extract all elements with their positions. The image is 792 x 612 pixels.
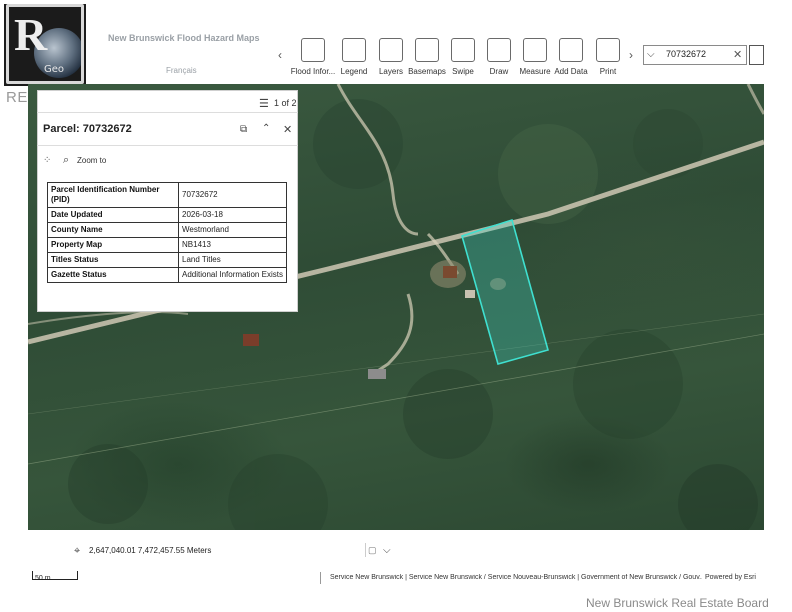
- crosshair-icon[interactable]: ⌖: [74, 545, 80, 558]
- popup-divider: [37, 112, 298, 113]
- table-row: Property Map NB1413: [47, 237, 287, 253]
- search-clear-close-icon[interactable]: ✕: [733, 48, 742, 61]
- draw-button[interactable]: [487, 38, 511, 62]
- search-input[interactable]: 70732672: [666, 49, 706, 59]
- attribute-key: County Name: [47, 222, 179, 238]
- table-row: County Name Westmorland: [47, 222, 287, 238]
- basemaps-button[interactable]: [415, 38, 439, 62]
- building: [368, 369, 386, 379]
- coordinate-readout: 2,647,040.01 7,472,457.55 Meters: [89, 546, 212, 555]
- chevron-down-icon[interactable]: ⌵: [383, 545, 391, 556]
- zoom-icon[interactable]: ⌕: [63, 154, 69, 167]
- driveway: [372, 293, 414, 376]
- print-button[interactable]: [596, 38, 620, 62]
- table-row: Date Updated 2026-03-18: [47, 207, 287, 223]
- attribute-value: Additional Information Exists: [178, 267, 287, 283]
- building: [443, 266, 457, 278]
- dock-icon[interactable]: ⧉: [240, 124, 247, 135]
- attribute-key: Parcel Identification Number (PID): [47, 182, 179, 208]
- trail: [746, 84, 764, 115]
- building: [465, 290, 475, 298]
- attribute-value: NB1413: [178, 237, 287, 253]
- toolbar-prev-chevron-icon[interactable]: ‹: [278, 48, 282, 62]
- flood-info-button[interactable]: [301, 38, 325, 62]
- popup-pagination: 1 of 2: [274, 98, 297, 108]
- attribute-key: Date Updated: [47, 207, 179, 223]
- chevron-up-icon[interactable]: ⌃: [262, 123, 270, 134]
- search-button[interactable]: [749, 45, 764, 65]
- attribute-value: Westmorland: [178, 222, 287, 238]
- footer-divider: [320, 572, 321, 584]
- map-attribution: Service New Brunswick | Service New Brun…: [330, 574, 702, 581]
- swipe-button[interactable]: [451, 38, 475, 62]
- scale-bar-label: 50 m: [35, 575, 51, 582]
- building: [243, 334, 259, 346]
- app-title: New Brunswick Flood Hazard Maps: [108, 33, 260, 43]
- footer-divider: [365, 543, 366, 557]
- popup-divider: [37, 145, 298, 146]
- attribute-key: Titles Status: [47, 252, 179, 268]
- attribute-value: 70732672: [178, 182, 287, 208]
- print-label: Print: [599, 67, 617, 76]
- language-link[interactable]: Français: [166, 66, 197, 75]
- measure-button[interactable]: [523, 38, 547, 62]
- listing-watermark: New Brunswick Real Estate Board: [586, 596, 769, 610]
- feature-list-icon[interactable]: ☰: [259, 97, 269, 110]
- realtor-logo-letter: R: [14, 9, 48, 60]
- table-row: Titles Status Land Titles: [47, 252, 287, 268]
- popup-title: Parcel: 70732672: [43, 123, 132, 135]
- table-row: Parcel Identification Number (PID) 70732…: [47, 182, 287, 208]
- table-row: Gazette Status Additional Information Ex…: [47, 267, 287, 283]
- close-icon[interactable]: ✕: [283, 123, 292, 136]
- attribute-value: Land Titles: [178, 252, 287, 268]
- attribute-key: Gazette Status: [47, 267, 179, 283]
- coordinate-tool-icon[interactable]: ▢: [368, 545, 377, 556]
- layers-button[interactable]: [379, 38, 403, 62]
- legend-button[interactable]: [342, 38, 366, 62]
- search-source-chevron-down-icon[interactable]: ⌵: [647, 49, 655, 60]
- powered-by-esri[interactable]: Powered by Esri: [705, 574, 756, 581]
- select-features-icon[interactable]: ⁘: [43, 155, 51, 166]
- attribute-value: 2026-03-18: [178, 207, 287, 223]
- toolbar-next-chevron-icon[interactable]: ›: [629, 48, 633, 62]
- zoom-to-button[interactable]: Zoom to: [77, 156, 106, 165]
- attribute-key: Property Map: [47, 237, 179, 253]
- add-data-button[interactable]: [559, 38, 583, 62]
- parcel-attributes-table: Parcel Identification Number (PID) 70732…: [47, 182, 287, 283]
